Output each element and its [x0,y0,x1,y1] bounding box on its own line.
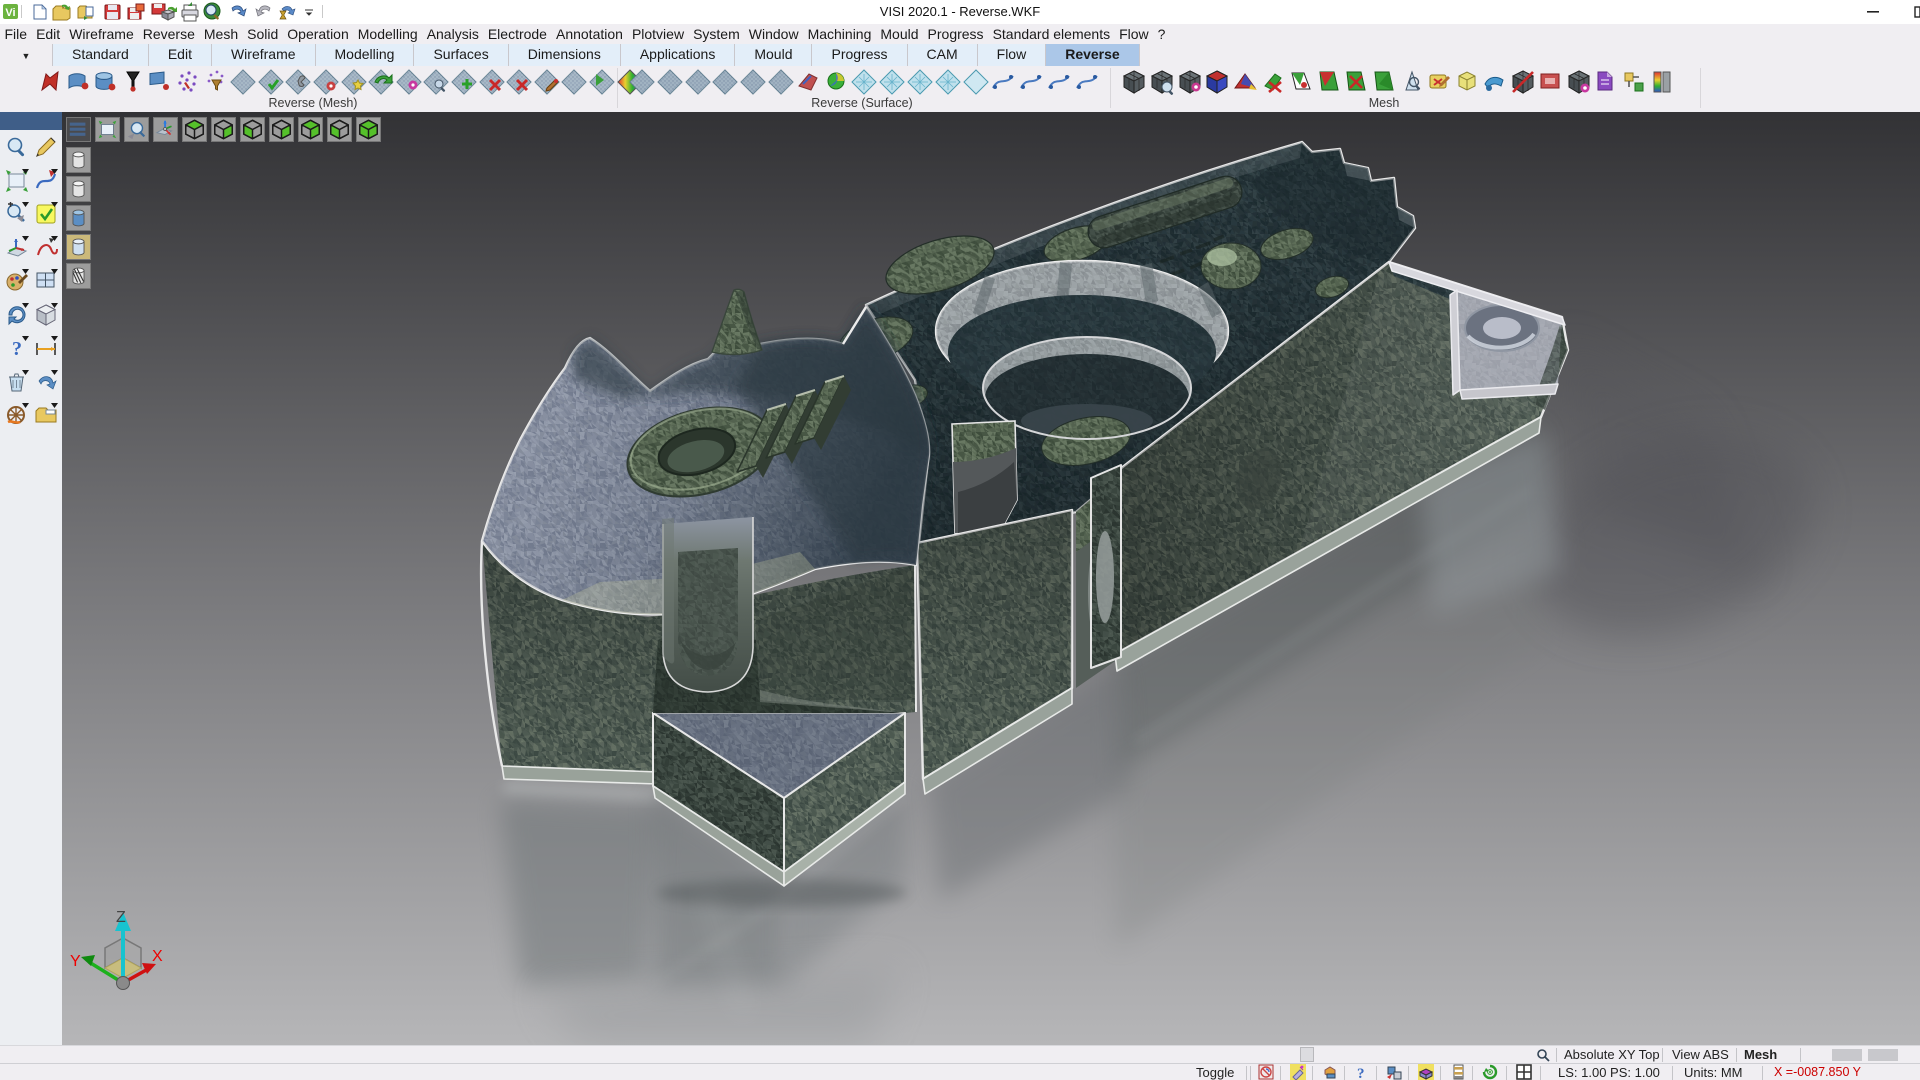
svg-text:Z: Z [116,909,126,926]
svg-text:Y: Y [70,953,81,970]
svg-text:X: X [152,948,163,965]
svg-text:Vi: Vi [5,7,15,19]
svg-text:?: ? [12,338,22,360]
svg-text:?: ? [1357,1066,1365,1080]
